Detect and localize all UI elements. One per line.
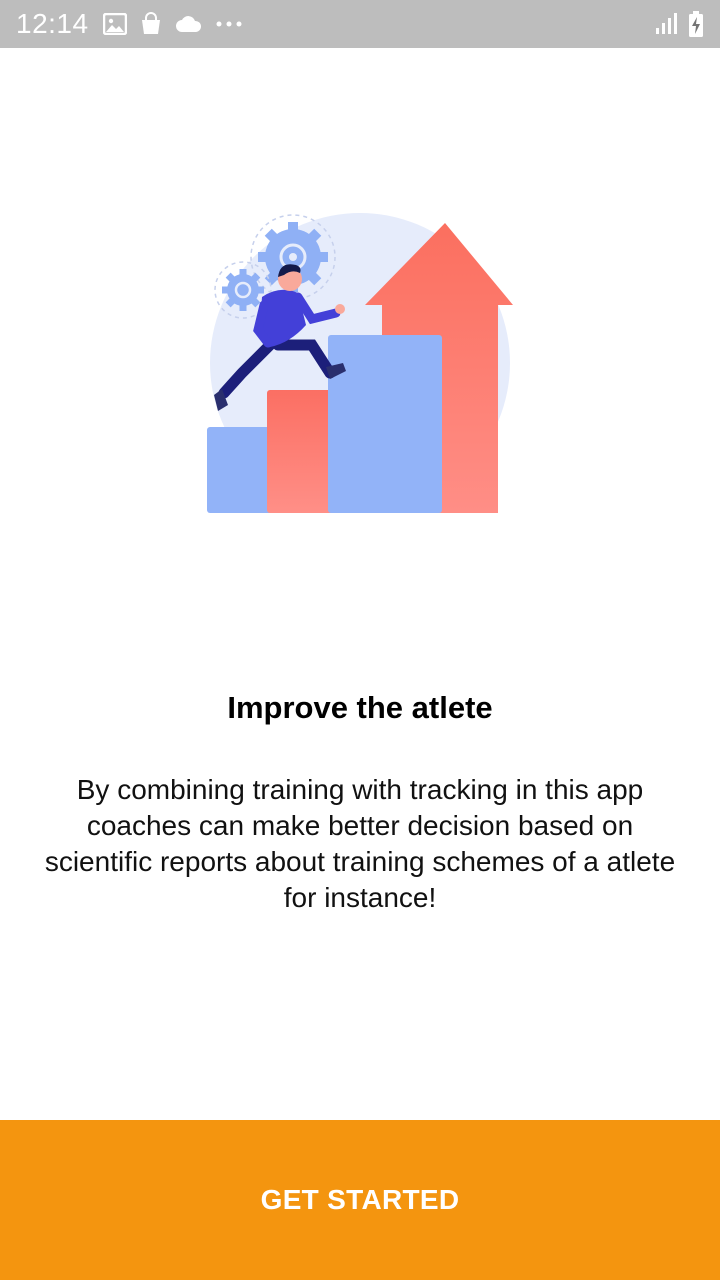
status-right-group: [644, 11, 704, 37]
more-dots-icon: [215, 20, 243, 28]
status-time: 12:14: [16, 8, 89, 39]
growth-illustration: [200, 205, 520, 520]
signal-icon: [654, 12, 678, 36]
onboarding-title: Improve the atlete: [227, 690, 493, 725]
get-started-button[interactable]: GET STARTED: [0, 1120, 720, 1280]
cloud-icon: [175, 15, 203, 33]
onboarding-description: By combining training with tracking in t…: [44, 774, 676, 913]
status-bar: 12:14: [0, 0, 720, 48]
image-icon: [102, 13, 127, 35]
shopping-bag-icon: [139, 12, 163, 36]
battery-charging-icon: [688, 11, 704, 37]
onboarding-screen: 12:14 Improve the atlete By combining tr…: [0, 0, 720, 1280]
